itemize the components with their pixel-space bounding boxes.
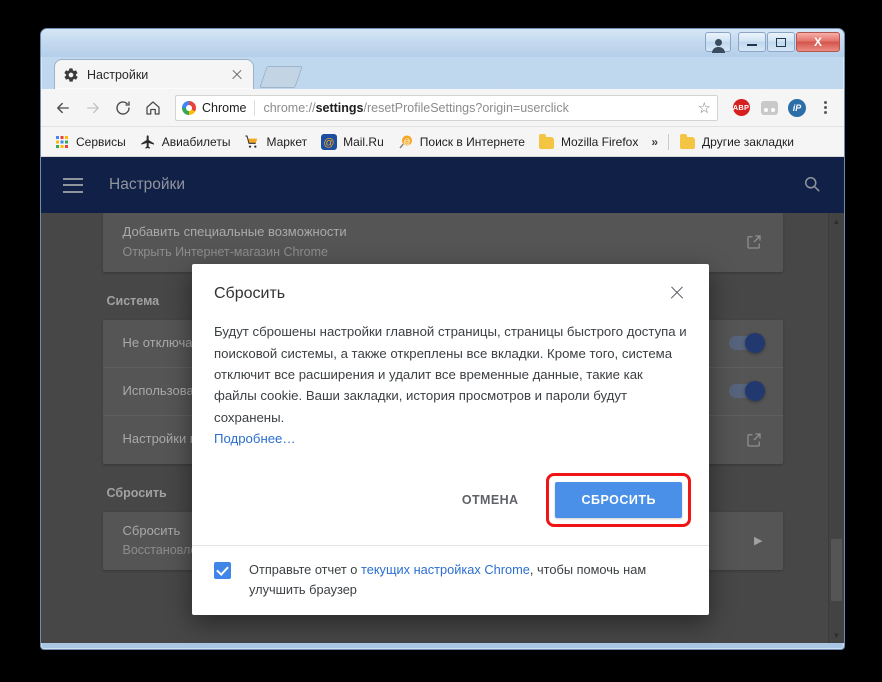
settings-page: Настройки Добавить специальные возможнос…	[41, 157, 844, 643]
folder-icon	[538, 133, 555, 150]
chrome-menu-button[interactable]	[814, 97, 836, 119]
url-text: chrome://settings/resetProfileSettings?o…	[263, 100, 569, 115]
three-dots-icon	[823, 101, 827, 114]
reset-button[interactable]: СБРОСИТЬ	[555, 482, 682, 519]
bookmark-servicy[interactable]: Сервисы	[47, 131, 133, 153]
bookmark-market[interactable]: Маркет	[237, 131, 314, 153]
svg-text:@: @	[324, 137, 335, 149]
dialog-title: Сбросить	[214, 285, 286, 302]
extension-adblock-plus[interactable]: ABP	[730, 97, 752, 119]
extension-ip[interactable]: iP	[786, 97, 808, 119]
reset-settings-dialog: Сбросить Будут сброшены настройки главно…	[192, 264, 709, 615]
annotation-highlight-box: СБРОСИТЬ	[546, 473, 691, 528]
bookmarks-divider	[668, 133, 670, 150]
tab-settings[interactable]: Настройки	[54, 59, 254, 89]
back-button[interactable]	[49, 94, 77, 122]
bookmark-aviabilety[interactable]: Авиабилеты	[133, 131, 238, 153]
bookmark-label: Поиск в Интернете	[419, 134, 525, 149]
person-icon	[711, 38, 725, 53]
learn-more-link[interactable]: Подробнее…	[214, 431, 296, 446]
new-tab-button[interactable]	[259, 66, 303, 88]
bookmark-folder-mozilla-firefox[interactable]: Mozilla Firefox	[532, 131, 645, 153]
tab-strip: Настройки	[41, 57, 844, 89]
generic-extension-icon	[760, 100, 778, 115]
maximize-icon	[776, 37, 786, 47]
abp-icon: ABP	[732, 99, 750, 116]
home-button[interactable]	[139, 94, 167, 122]
bookmark-label: Маркет	[266, 134, 308, 149]
dialog-footer: Отправьте отчет о текущих настройках Chr…	[192, 545, 709, 614]
dialog-header: Сбросить	[192, 264, 709, 307]
apps-grid-icon	[54, 134, 70, 150]
search-at-icon: @	[398, 134, 414, 150]
omnibox-divider	[254, 99, 256, 116]
address-bar[interactable]: Chrome chrome://settings/resetProfileSet…	[175, 94, 718, 121]
airplane-icon	[140, 134, 156, 150]
dialog-body-text: Будут сброшены настройки главной страниц…	[214, 324, 687, 425]
site-identity-chrome: Chrome	[182, 100, 254, 115]
forward-button[interactable]	[79, 94, 107, 122]
mailru-icon: @	[321, 133, 338, 150]
maximize-button[interactable]	[767, 32, 795, 52]
send-report-checkbox[interactable]	[214, 562, 231, 580]
gear-icon	[63, 67, 79, 83]
tab-close-icon[interactable]	[229, 67, 245, 83]
bookmarks-overflow-button[interactable]: »	[645, 132, 664, 152]
dialog-actions: ОТМЕНА СБРОСИТЬ	[192, 467, 709, 545]
svg-text:@: @	[403, 139, 410, 146]
user-avatar-button[interactable]	[705, 32, 731, 53]
desktop-background: X Настройки Chrome chrome://settings/res…	[0, 0, 882, 682]
bookmark-label: Mozilla Firefox	[560, 134, 639, 149]
shopping-cart-icon	[244, 134, 260, 150]
browser-toolbar: Chrome chrome://settings/resetProfileSet…	[41, 89, 844, 127]
bookmark-mailru[interactable]: @ Mail.Ru	[314, 131, 391, 153]
bookmark-label: Авиабилеты	[161, 134, 231, 149]
close-icon: X	[813, 35, 822, 49]
current-settings-link[interactable]: текущих настройках Chrome	[361, 562, 530, 577]
tab-title: Настройки	[87, 67, 149, 82]
bookmark-star-icon[interactable]: ☆	[692, 99, 711, 117]
cancel-button[interactable]: ОТМЕНА	[448, 484, 533, 516]
reload-button[interactable]	[109, 94, 137, 122]
window-title-bar: X	[41, 29, 844, 57]
bookmark-label: Другие закладки	[702, 134, 794, 149]
minimize-icon	[747, 44, 757, 46]
folder-icon	[680, 133, 696, 150]
ip-icon: iP	[788, 98, 806, 117]
bookmark-poisk[interactable]: @ Поиск в Интернете	[391, 131, 532, 153]
send-report-label: Отправьте отчет о текущих настройках Chr…	[249, 562, 647, 597]
close-window-button[interactable]: X	[796, 32, 840, 52]
browser-window: X Настройки Chrome chrome://settings/res…	[40, 28, 845, 650]
minimize-button[interactable]	[738, 32, 766, 52]
chrome-logo-icon	[182, 100, 196, 115]
bookmarks-bar: Сервисы Авиабилеты Маркет @ Mail.Ru @ По…	[41, 127, 844, 157]
extension-generic[interactable]	[758, 97, 780, 119]
site-identity-label: Chrome	[202, 100, 247, 115]
close-icon[interactable]	[667, 283, 687, 303]
bookmark-label: Сервисы	[76, 134, 126, 149]
bookmark-folder-other[interactable]: Другие закладки	[673, 131, 801, 153]
dialog-body: Будут сброшены настройки главной страниц…	[192, 307, 709, 467]
window-controls: X	[705, 32, 840, 53]
bookmark-label: Mail.Ru	[343, 134, 384, 149]
